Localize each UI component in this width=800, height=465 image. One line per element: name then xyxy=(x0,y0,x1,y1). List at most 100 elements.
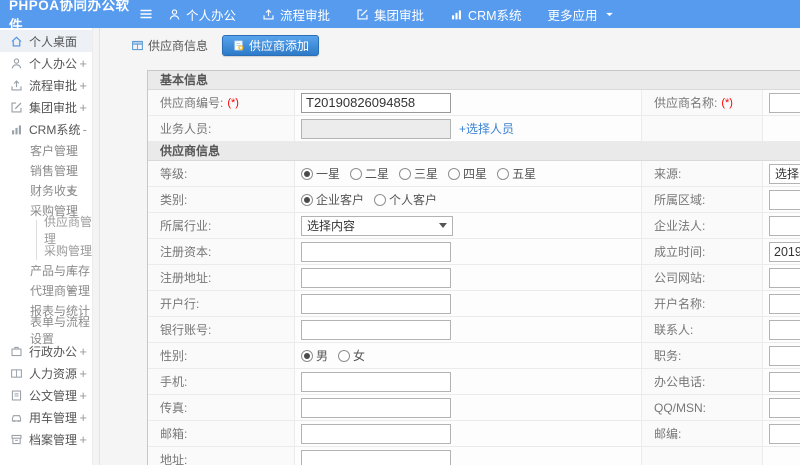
gender-option[interactable]: 男 xyxy=(301,347,328,364)
expand-toggle-icon[interactable]: + xyxy=(79,389,87,402)
expand-toggle-icon[interactable]: + xyxy=(67,164,75,177)
expand-toggle-icon[interactable]: + xyxy=(79,101,87,114)
mobile-input[interactable] xyxy=(301,371,451,392)
gender-option[interactable]: 女 xyxy=(338,347,365,364)
tab-supplier-info[interactable]: 供应商信息 xyxy=(131,35,208,56)
level-option[interactable]: 三星 xyxy=(399,165,438,182)
field-label: 供应商编号: (*) xyxy=(148,90,295,115)
expand-toggle-icon[interactable]: + xyxy=(79,367,87,380)
radio-button-icon[interactable] xyxy=(301,349,313,362)
sidebar-item-supplier-mgmt[interactable]: 供应商管理 xyxy=(0,215,99,246)
expand-toggle-icon[interactable]: + xyxy=(79,57,87,70)
level-option[interactable]: 四星 xyxy=(448,165,487,182)
nav-item-label: 流程审批 xyxy=(280,8,331,23)
form-row: 地址: xyxy=(148,447,800,465)
expand-toggle-icon[interactable]: + xyxy=(67,284,75,297)
region-input[interactable] xyxy=(769,189,800,210)
sidebar-item-label: 采购管理 xyxy=(44,243,93,258)
sidebar-item-finance-income-expense[interactable]: 财务收支 + xyxy=(0,180,99,200)
qq-msn-input[interactable] xyxy=(769,397,800,418)
contact-person-input[interactable] xyxy=(769,319,800,340)
field-cell xyxy=(295,90,642,115)
field-label: 办公电话: xyxy=(642,369,763,394)
expand-toggle-icon[interactable]: + xyxy=(79,79,87,92)
level-option[interactable]: 五星 xyxy=(497,165,536,182)
level-option[interactable]: 一星 xyxy=(301,165,340,182)
radio-button-icon[interactable] xyxy=(301,167,313,180)
sidebar-item-personal-desktop[interactable]: 个人桌面 xyxy=(0,30,99,52)
company-website-input[interactable] xyxy=(769,267,800,288)
nav-workflow-approval[interactable]: 流程审批 xyxy=(262,5,330,24)
radio-label: 五星 xyxy=(512,167,537,181)
sidebar-item-vehicle-mgmt[interactable]: 用车管理 + xyxy=(0,406,99,428)
category-option[interactable]: 企业客户 xyxy=(301,191,364,208)
established-date-input[interactable] xyxy=(769,241,800,262)
nav-crm-system[interactable]: CRM系统 xyxy=(450,5,522,24)
field-label: 业务人员: xyxy=(148,116,295,141)
radio-button-icon[interactable] xyxy=(399,167,412,180)
field-label: 所属行业: xyxy=(148,213,295,238)
job-title-input[interactable] xyxy=(769,345,800,366)
sidebar-item-label: 代理商管理 xyxy=(30,283,91,298)
sidebar-item-label: 产品与库存 xyxy=(30,263,91,278)
bank-account-number-input[interactable] xyxy=(301,319,451,340)
nav-personal-office[interactable]: 个人办公 xyxy=(168,5,236,24)
sidebar-item-crm-system[interactable]: CRM系统 - xyxy=(0,118,99,140)
zip-code-input[interactable] xyxy=(769,423,800,444)
expand-toggle-icon[interactable]: + xyxy=(79,411,87,424)
sidebar-item-sales-mgmt[interactable]: 销售管理 + xyxy=(0,160,99,180)
field-label: 开户名称: xyxy=(642,291,763,316)
sidebar-item-human-resources[interactable]: 人力资源 + xyxy=(0,362,99,384)
expand-toggle-icon[interactable]: + xyxy=(67,184,75,197)
supplier-code-input[interactable] xyxy=(301,92,451,113)
email-input[interactable] xyxy=(301,423,451,444)
category-option[interactable]: 个人客户 xyxy=(374,191,437,208)
select-staff-link[interactable]: +选择人员 xyxy=(459,120,514,137)
expand-toggle-icon[interactable]: - xyxy=(83,123,87,136)
office-phone-input[interactable] xyxy=(769,371,800,392)
field-cell xyxy=(295,317,642,342)
expand-toggle-icon[interactable]: + xyxy=(67,264,75,277)
expand-toggle-icon[interactable]: + xyxy=(79,345,87,358)
expand-toggle-icon[interactable]: + xyxy=(67,144,75,157)
registered-address-input[interactable] xyxy=(301,267,451,288)
nav-group-approval[interactable]: 集团审批 xyxy=(356,5,424,24)
workflow-icon xyxy=(262,8,275,21)
industry-select[interactable]: 选择内容 xyxy=(301,215,453,236)
nav-more-apps[interactable]: 更多应用 xyxy=(548,5,616,24)
sidebar-item-workflow-approval[interactable]: 流程审批 + xyxy=(0,74,99,96)
bank-name-input[interactable] xyxy=(301,293,451,314)
expand-toggle-icon[interactable]: + xyxy=(91,324,99,337)
sidebar-item-form-workflow-settings[interactable]: 表单与流程设置 + xyxy=(0,315,99,346)
archive-icon xyxy=(10,433,23,446)
hamburger-icon[interactable] xyxy=(138,6,154,22)
address-input[interactable] xyxy=(301,449,451,465)
fax-input[interactable] xyxy=(301,397,451,418)
radio-button-icon[interactable] xyxy=(448,167,461,180)
account-name-input[interactable] xyxy=(769,293,800,314)
radio-button-icon[interactable] xyxy=(301,193,313,206)
radio-button-icon[interactable] xyxy=(497,167,510,180)
expand-toggle-icon[interactable]: + xyxy=(79,433,87,446)
level-option[interactable]: 二星 xyxy=(350,165,389,182)
sidebar-item-customer-mgmt[interactable]: 客户管理 + xyxy=(0,140,99,160)
tab-supplier-add[interactable]: 供应商添加 xyxy=(222,35,320,56)
sidebar-item-archive-mgmt[interactable]: 档案管理 + xyxy=(0,428,99,450)
sidebar-item-personal-office[interactable]: 个人办公 + xyxy=(0,52,99,74)
source-select[interactable]: 选择内容 xyxy=(769,163,800,184)
sidebar-item-agent-mgmt[interactable]: 代理商管理 + xyxy=(0,280,99,300)
radio-button-icon[interactable] xyxy=(374,193,387,206)
supplier-name-input[interactable] xyxy=(769,92,800,113)
sidebar-item-purchase-mgmt-sub[interactable]: 采购管理 xyxy=(0,240,99,260)
radio-button-icon[interactable] xyxy=(350,167,363,180)
registered-capital-input[interactable] xyxy=(301,241,451,262)
sidebar-item-document-mgmt[interactable]: 公文管理 + xyxy=(0,384,99,406)
sidebar-item-product-inventory[interactable]: 产品与库存 + xyxy=(0,260,99,280)
sidebar-item-admin-office[interactable]: 行政办公 + xyxy=(0,340,99,362)
sidebar-item-group-approval[interactable]: 集团审批 + xyxy=(0,96,99,118)
sidebar-item-label: 流程审批 xyxy=(29,78,78,93)
tab-label: 供应商添加 xyxy=(249,39,310,53)
radio-button-icon[interactable] xyxy=(338,349,351,362)
legal-person-input[interactable] xyxy=(769,215,800,236)
staff-input[interactable] xyxy=(301,118,451,139)
